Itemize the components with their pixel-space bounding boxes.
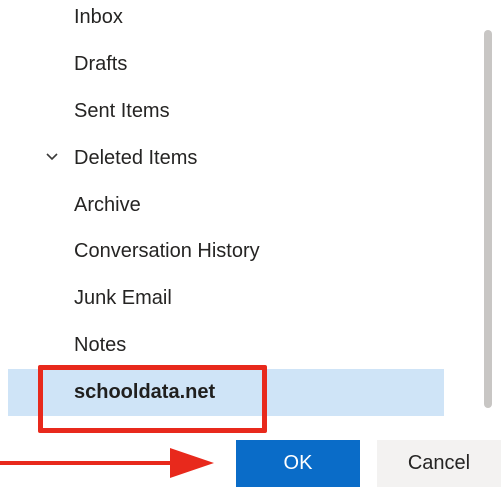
folder-label: Conversation History [74, 240, 260, 262]
folder-label: Inbox [74, 6, 123, 28]
ok-button[interactable]: OK [236, 440, 360, 487]
folder-item-sent-items[interactable]: Sent Items [8, 88, 444, 135]
folder-label: Sent Items [74, 100, 170, 122]
folder-picker-dialog: Inbox Drafts Sent Items Deleted Items Ar… [0, 0, 501, 487]
annotation-highlight-box [38, 365, 267, 433]
folder-label: Drafts [74, 53, 128, 75]
folder-label: Junk Email [74, 287, 172, 309]
folder-item-archive[interactable]: Archive [8, 182, 444, 229]
folder-item-conversation-history[interactable]: Conversation History [8, 228, 444, 275]
folder-item-junk-email[interactable]: Junk Email [8, 275, 444, 322]
folder-label: Archive [74, 194, 141, 216]
vertical-scrollbar[interactable] [484, 30, 492, 408]
folder-item-deleted-items[interactable]: Deleted Items [8, 135, 444, 182]
cancel-button[interactable]: Cancel [377, 440, 501, 487]
folder-label: Deleted Items [74, 147, 198, 169]
folder-item-drafts[interactable]: Drafts [8, 41, 444, 88]
folder-label: Notes [74, 334, 127, 356]
annotation-arrow-icon [0, 448, 214, 478]
folder-item-inbox[interactable]: Inbox [8, 0, 444, 41]
chevron-down-icon[interactable] [44, 149, 60, 165]
folder-item-notes[interactable]: Notes [8, 322, 444, 369]
